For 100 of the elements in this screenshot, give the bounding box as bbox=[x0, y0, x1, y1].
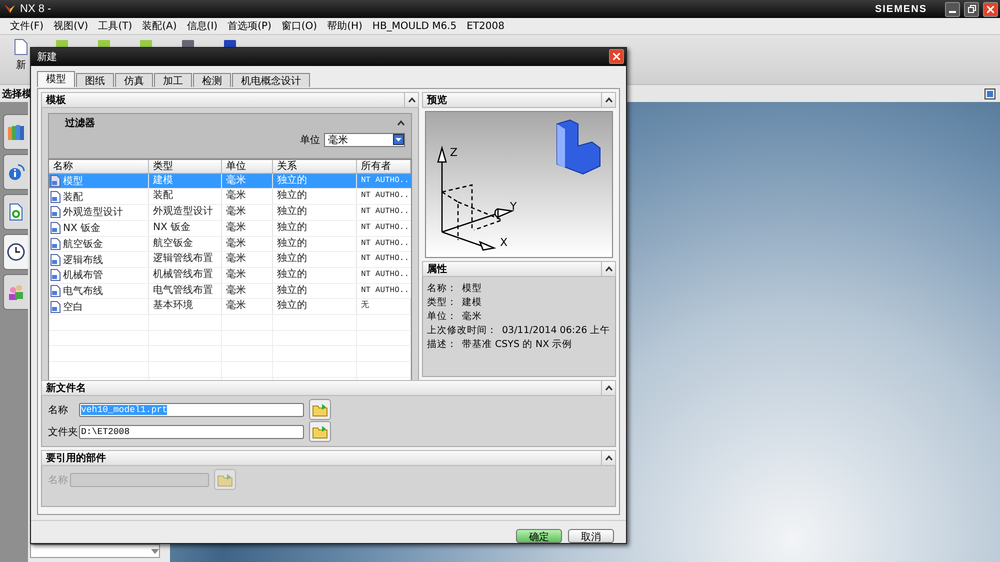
chevron-up-icon bbox=[397, 120, 405, 126]
input-field[interactable]: D:\ET2008 bbox=[79, 424, 304, 439]
chevron-up-icon bbox=[604, 384, 612, 391]
table-cell: NT AUTHO... bbox=[357, 284, 411, 298]
app-logo-icon bbox=[4, 3, 16, 15]
table-cell: 建模 bbox=[149, 174, 222, 188]
table-cell: 毫米 bbox=[222, 189, 273, 204]
table-cell: 电气管线布置 bbox=[149, 284, 222, 298]
property-value: 毫米 bbox=[462, 310, 482, 323]
table-cell: NT AUTHO... bbox=[357, 174, 411, 188]
menu-item[interactable]: ET2008 bbox=[466, 20, 504, 32]
table-row[interactable]: 空白 基本环境 毫米 独立的 无 bbox=[49, 299, 411, 315]
menu-item[interactable]: 帮助(H) bbox=[327, 19, 362, 33]
chevron-up-icon bbox=[604, 266, 612, 272]
tab[interactable]: 模型 bbox=[37, 70, 75, 87]
table-cell-text: 逻辑布线 bbox=[63, 254, 103, 267]
menu-item[interactable]: 视图(V) bbox=[54, 19, 88, 33]
app-title: NX 8 - bbox=[20, 3, 52, 15]
restore-icon bbox=[968, 5, 976, 13]
unit-select[interactable]: 毫米 bbox=[324, 132, 405, 147]
table-cell: NT AUTHO... bbox=[357, 252, 411, 267]
table-cell: 独立的 bbox=[273, 268, 357, 283]
browse-button[interactable] bbox=[309, 421, 331, 442]
menu-item[interactable]: 文件(F) bbox=[10, 19, 44, 33]
table-cell: 独立的 bbox=[273, 189, 357, 204]
column-header[interactable]: 名称 bbox=[49, 160, 149, 173]
menu-item[interactable]: 窗口(O) bbox=[281, 19, 318, 33]
tab[interactable]: 加工 bbox=[154, 72, 192, 87]
browse-button[interactable] bbox=[309, 399, 331, 420]
table-cell: 毫米 bbox=[222, 299, 273, 314]
table-cell: 无 bbox=[357, 299, 411, 314]
table-cell: 独立的 bbox=[273, 252, 357, 267]
table-cell: NT AUTHO... bbox=[357, 189, 411, 204]
filter-title: 过滤器 bbox=[65, 116, 95, 130]
table-cell: 独立的 bbox=[273, 236, 357, 252]
table-cell: NT AUTHO... bbox=[357, 220, 411, 236]
table-cell: 毫米 bbox=[222, 205, 273, 220]
column-header[interactable]: 类型 bbox=[149, 160, 222, 173]
table-cell-text: NX 钣金 bbox=[63, 222, 101, 236]
close-icon bbox=[987, 6, 994, 12]
chevron-up-icon bbox=[604, 96, 612, 103]
column-header[interactable]: 所有者 bbox=[357, 160, 411, 173]
minimize-button[interactable] bbox=[945, 2, 960, 16]
table-cell: 外观造型设计 bbox=[149, 205, 222, 220]
table-cell-text: 空白 bbox=[63, 300, 83, 314]
rail-tab[interactable] bbox=[3, 234, 28, 270]
collapse-button[interactable] bbox=[404, 92, 418, 107]
property-label: 名称： bbox=[427, 282, 457, 295]
tab[interactable]: 仿真 bbox=[115, 72, 153, 87]
section-title: 新文件名 bbox=[46, 381, 86, 395]
table-cell: 独立的 bbox=[273, 205, 357, 220]
property-value: 带基准 CSYS 的 NX 示例 bbox=[462, 338, 572, 351]
menu-item[interactable]: 工具(T) bbox=[98, 19, 132, 33]
menu-item[interactable]: 首选项(P) bbox=[228, 19, 272, 33]
close-button[interactable] bbox=[983, 2, 998, 16]
close-button[interactable] bbox=[609, 49, 624, 64]
axis-label: Y bbox=[510, 200, 517, 213]
tab[interactable]: 图纸 bbox=[76, 72, 114, 87]
section-title: 模板 bbox=[46, 94, 66, 107]
toolbar-label: 新 bbox=[16, 58, 26, 72]
section-title: 要引用的部件 bbox=[46, 452, 106, 465]
dialog-title: 新建 bbox=[37, 50, 57, 64]
tab[interactable]: 机电概念设计 bbox=[232, 72, 310, 87]
rail-tab[interactable] bbox=[3, 194, 28, 230]
collapse-button[interactable] bbox=[601, 450, 615, 465]
collapse-button[interactable] bbox=[601, 262, 615, 276]
table-cell: 毫米 bbox=[222, 252, 273, 267]
restore-button[interactable] bbox=[964, 2, 979, 16]
dialog-button[interactable]: 取消 bbox=[568, 529, 614, 543]
table-cell-text: 装配 bbox=[63, 190, 83, 204]
table-cell: 毫米 bbox=[222, 268, 273, 283]
table-cell: 基本环境 bbox=[149, 299, 222, 314]
chevron-up-icon bbox=[408, 96, 416, 103]
document-icon bbox=[8, 203, 24, 221]
field-label: 名称 bbox=[48, 474, 69, 487]
fit-view-icon[interactable] bbox=[984, 88, 996, 100]
people-icon bbox=[7, 283, 25, 301]
field-label: 名称 bbox=[48, 404, 69, 417]
menu-item[interactable]: HB_MOULD M6.5 bbox=[372, 20, 457, 32]
collapse-button[interactable] bbox=[601, 380, 615, 395]
tab[interactable]: 检测 bbox=[193, 72, 231, 87]
property-label: 类型： bbox=[427, 296, 457, 309]
input-field[interactable] bbox=[70, 472, 209, 487]
info-icon bbox=[7, 163, 25, 181]
dropdown-field[interactable] bbox=[30, 544, 160, 558]
new-document-icon bbox=[14, 39, 28, 55]
table-cell-text: 模型 bbox=[63, 174, 83, 188]
menu-item[interactable]: 装配(A) bbox=[142, 19, 177, 33]
column-header[interactable]: 关系 bbox=[273, 160, 357, 173]
dialog-button[interactable]: 确定 bbox=[516, 529, 562, 543]
collapse-button[interactable] bbox=[601, 92, 615, 107]
table-cell-text: 航空钣金 bbox=[63, 238, 103, 251]
table-cell: NX 钣金 bbox=[149, 220, 222, 236]
property-value: 建模 bbox=[462, 296, 482, 309]
table-cell: 毫米 bbox=[222, 236, 273, 252]
axis-label: Z bbox=[450, 146, 458, 159]
rail-tab[interactable] bbox=[3, 114, 28, 150]
caret-icon bbox=[151, 548, 159, 554]
menu-item[interactable]: 信息(I) bbox=[186, 19, 218, 33]
column-header[interactable]: 单位 bbox=[222, 160, 273, 173]
